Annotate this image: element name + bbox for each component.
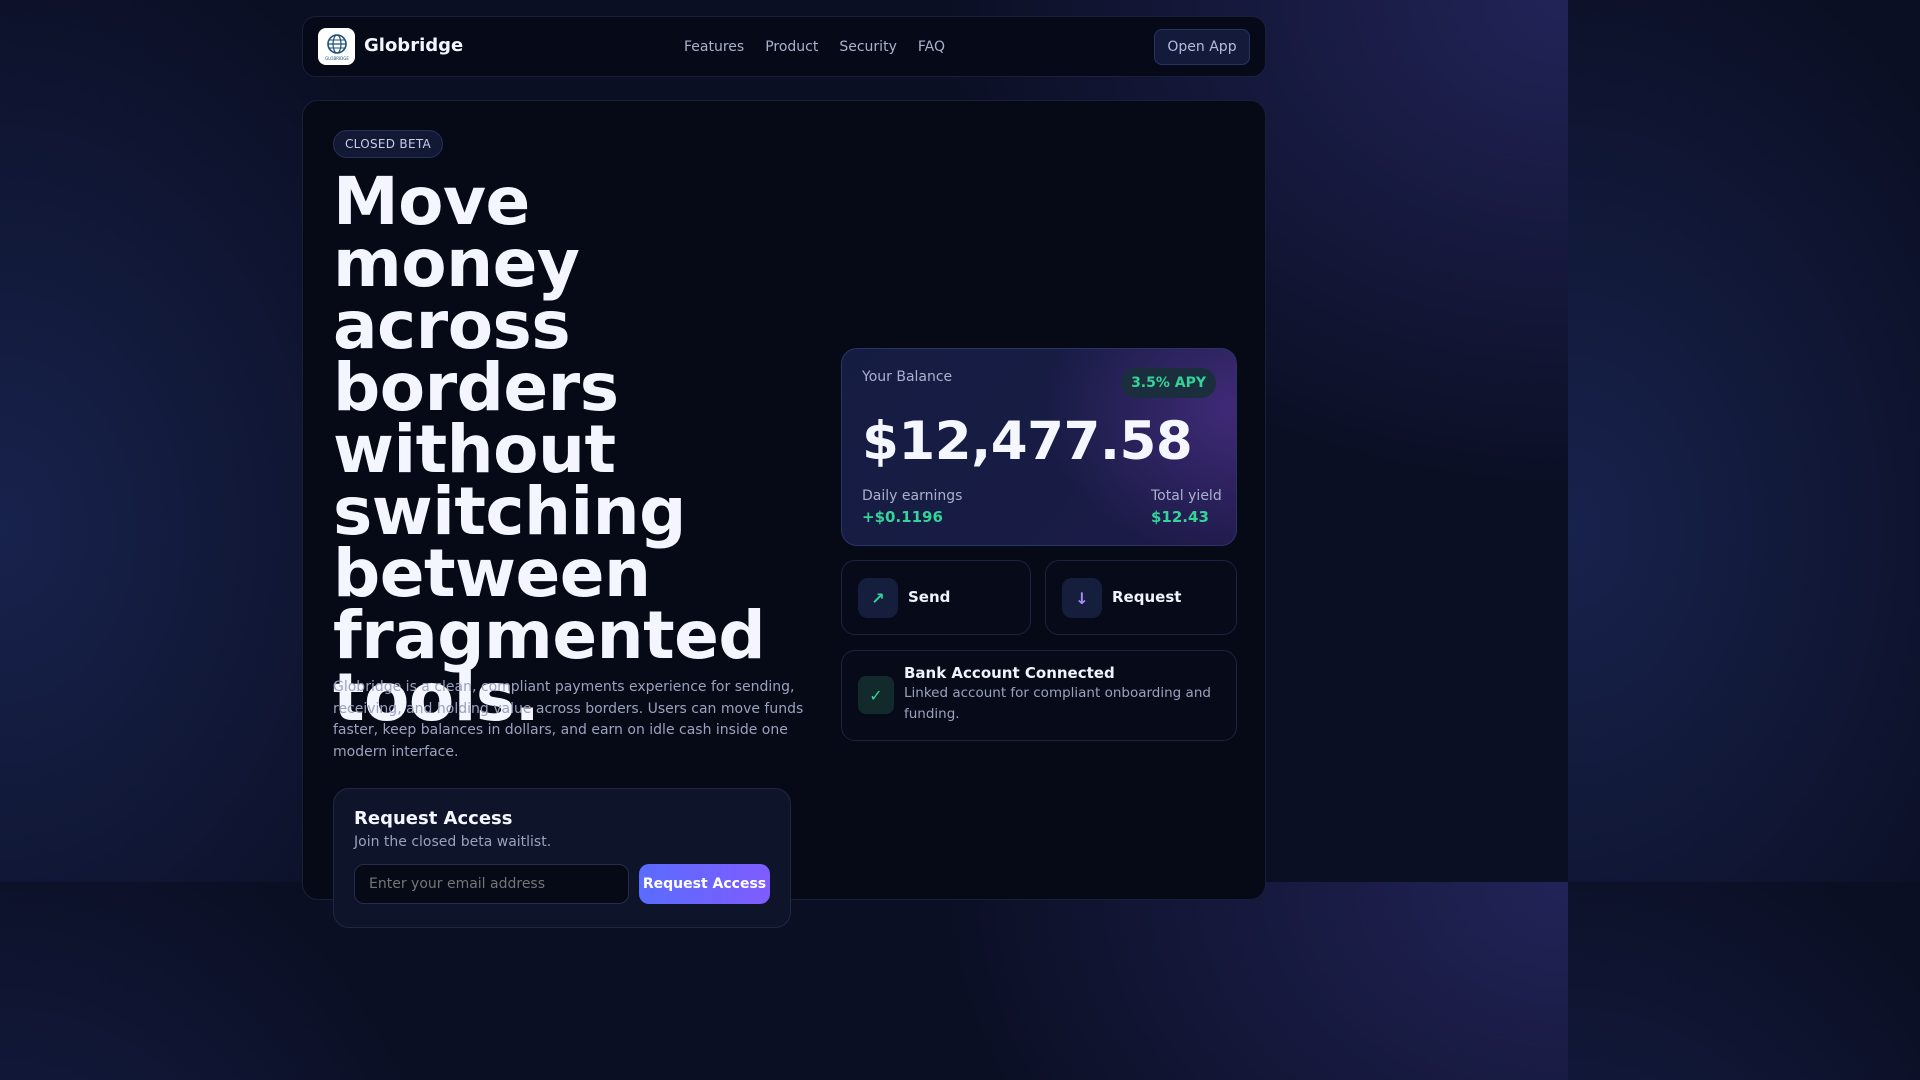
check-icon: ✓ bbox=[858, 676, 894, 714]
request-access-button[interactable]: Request Access bbox=[639, 864, 770, 904]
daily-earnings-label: Daily earnings bbox=[862, 488, 963, 504]
nav-links: Features Product Security FAQ bbox=[684, 39, 945, 55]
closed-beta-badge: CLOSED BETA bbox=[333, 130, 444, 158]
request-access-card: Request Access Join the closed beta wait… bbox=[333, 788, 791, 928]
hero-description: Globridge is a clean, compliant payments… bbox=[333, 679, 804, 760]
open-app-button[interactable]: Open App bbox=[1154, 29, 1250, 65]
nav-link-security[interactable]: Security bbox=[839, 39, 897, 55]
svg-text:GLOBRIDGE: GLOBRIDGE bbox=[325, 56, 349, 61]
request-button[interactable]: ↓ Request bbox=[1045, 560, 1237, 635]
total-yield-label: Total yield bbox=[1151, 488, 1222, 504]
balance-amount: $12,477.58 bbox=[862, 411, 1193, 472]
email-input[interactable] bbox=[354, 864, 629, 904]
bank-connected-title: Bank Account Connected bbox=[904, 664, 1115, 682]
apy-badge: 3.5% APY bbox=[1121, 368, 1216, 398]
total-yield-value: $12.43 bbox=[1151, 508, 1209, 526]
daily-earnings-value: +$0.1196 bbox=[862, 508, 943, 526]
hero-panel: CLOSED BETA Move money across borders wi… bbox=[302, 100, 1266, 928]
nav-link-product[interactable]: Product bbox=[765, 39, 818, 55]
bank-connected-card: ✓ Bank Account Connected Linked account … bbox=[841, 650, 1237, 741]
nav-link-faq[interactable]: FAQ bbox=[918, 39, 945, 55]
send-label: Send bbox=[908, 588, 951, 606]
send-button[interactable]: ↗ Send bbox=[841, 560, 1031, 635]
request-access-title: Request Access bbox=[354, 808, 513, 829]
brand-name[interactable]: Globridge bbox=[364, 35, 463, 56]
globridge-logo-icon[interactable]: GLOBRIDGE bbox=[318, 28, 355, 65]
balance-label: Your Balance bbox=[862, 369, 953, 385]
top-navbar: GLOBRIDGE Globridge Features Product Sec… bbox=[302, 16, 1266, 77]
request-label: Request bbox=[1112, 588, 1182, 606]
arrow-up-right-icon: ↗ bbox=[858, 578, 898, 618]
balance-card: Your Balance 3.5% APY $12,477.58 Daily e… bbox=[841, 348, 1237, 546]
bank-connected-description: Linked account for compliant onboarding … bbox=[904, 685, 1211, 722]
hero-title: Move money across borders without switch… bbox=[333, 163, 766, 736]
arrow-down-icon: ↓ bbox=[1062, 578, 1102, 618]
request-access-subtitle: Join the closed beta waitlist. bbox=[354, 834, 552, 850]
nav-link-features[interactable]: Features bbox=[684, 39, 744, 55]
